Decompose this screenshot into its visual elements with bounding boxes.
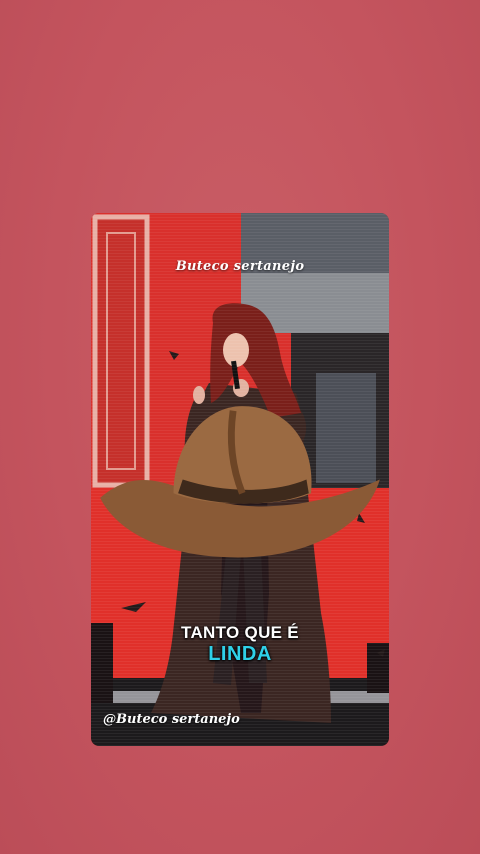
video-player[interactable]: Buteco sertanejo TANTO QUE É LINDA @Bute… bbox=[91, 213, 389, 746]
watermark-bottom: @Buteco sertanejo bbox=[103, 712, 240, 727]
cowboy-hat-icon bbox=[100, 406, 380, 558]
